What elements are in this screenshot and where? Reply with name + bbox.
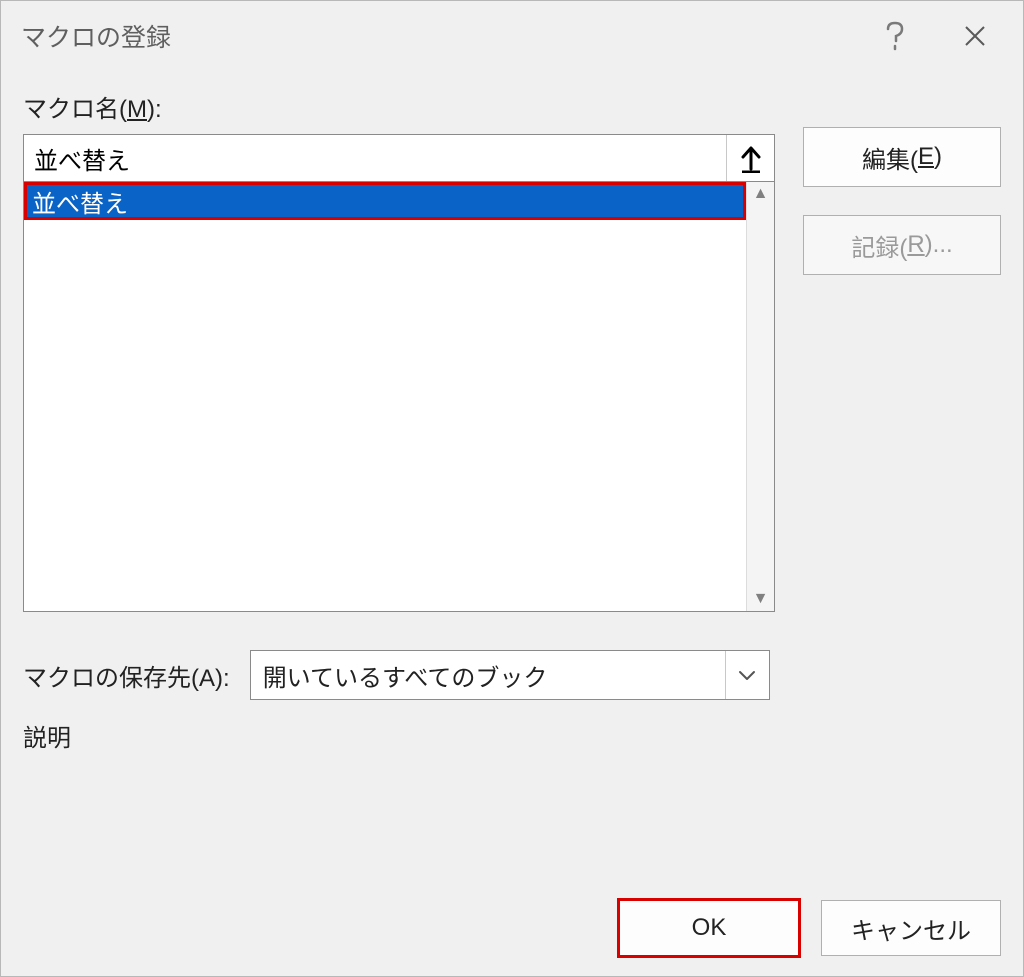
run-macro-button[interactable] [726, 135, 774, 181]
edit-button[interactable]: 編集(E) [803, 127, 1001, 187]
scroll-up-icon: ▲ [753, 186, 769, 202]
record-button[interactable]: 記録(R)... [803, 215, 1001, 275]
ok-button[interactable]: OK [619, 900, 799, 956]
titlebar: マクロの登録 [1, 1, 1023, 71]
save-in-value: 開いているすべてのブック [251, 658, 725, 693]
macro-name-row [23, 134, 775, 182]
listbox-scrollbar[interactable]: ▲ ▼ [746, 182, 774, 611]
macro-listbox[interactable]: 並べ替え [24, 182, 746, 611]
description-label: 説明 [23, 718, 1001, 753]
dialog-title: マクロの登録 [21, 18, 855, 54]
help-button[interactable] [855, 11, 935, 61]
chevron-down-icon [725, 651, 769, 699]
scroll-down-icon: ▼ [753, 591, 769, 607]
close-button[interactable] [935, 11, 1015, 61]
macro-name-input[interactable] [24, 135, 726, 181]
arrow-up-icon [740, 143, 762, 173]
dialog-footer: OK キャンセル [23, 870, 1001, 956]
list-item[interactable]: 並べ替え [24, 182, 746, 220]
macro-assign-dialog: マクロの登録 マクロ名(M): [0, 0, 1024, 977]
save-in-combobox[interactable]: 開いているすべてのブック [250, 650, 770, 700]
cancel-button[interactable]: キャンセル [821, 900, 1001, 956]
macro-name-label: マクロ名(M): [23, 89, 775, 124]
macro-list-wrap: 並べ替え ▲ ▼ [23, 182, 775, 612]
save-in-label: マクロの保存先(A): [23, 658, 230, 693]
